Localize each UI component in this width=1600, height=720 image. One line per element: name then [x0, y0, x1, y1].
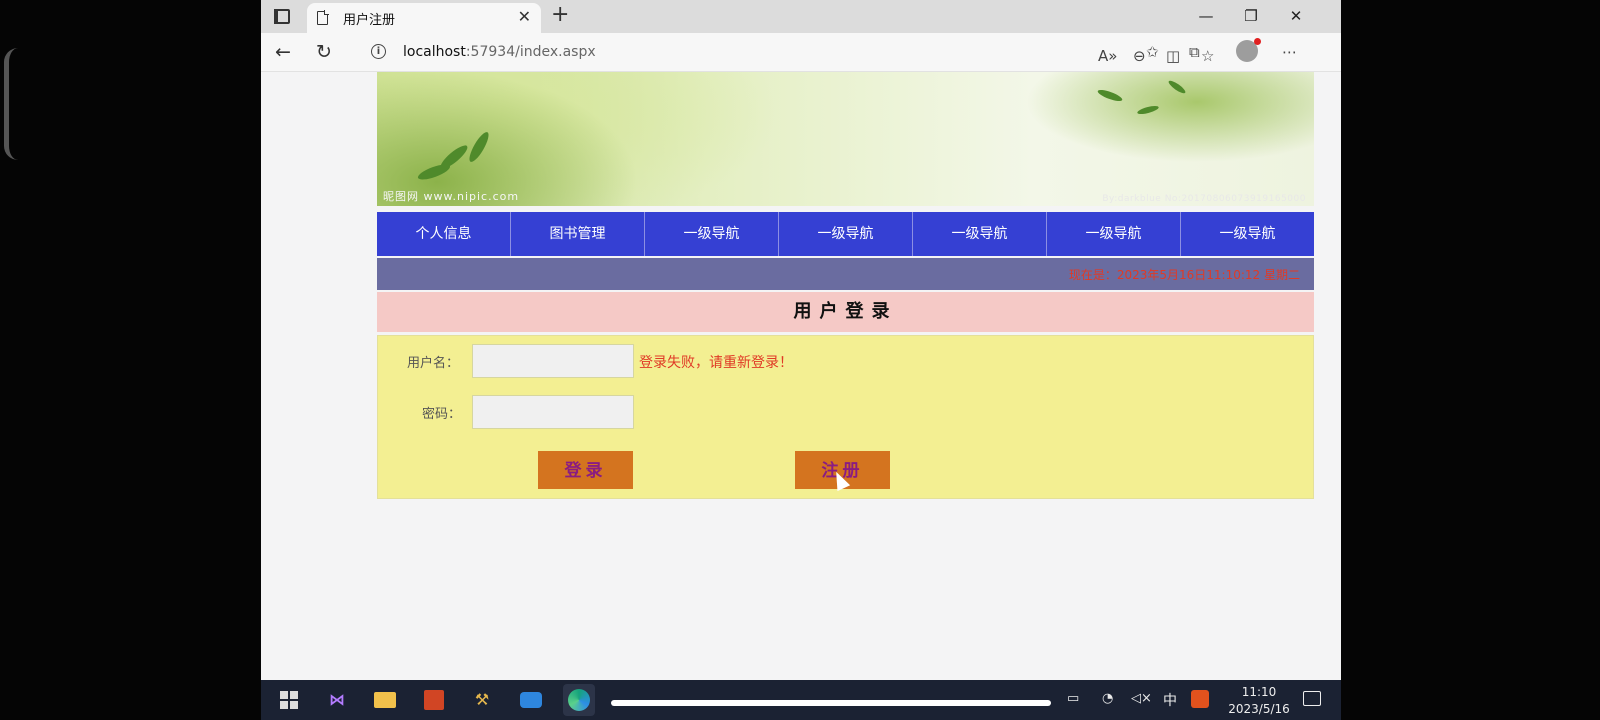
login-form: 用户名： 登录失败，请重新登录！ 密码： 登录 注册 [377, 335, 1314, 499]
battery-icon[interactable]: ▭ [1067, 691, 1079, 706]
username-input[interactable] [472, 344, 634, 378]
tools-icon[interactable]: ⚒ [466, 684, 498, 716]
collections-icon[interactable]: ⧉ [1189, 42, 1200, 62]
vine-leaf [1136, 104, 1160, 116]
back-arrow-icon[interactable]: ← [275, 40, 291, 64]
volume-muted-icon[interactable]: ◁× [1131, 691, 1152, 706]
vine-leaf [1167, 78, 1187, 96]
favorites-icon[interactable]: ✩ [1146, 42, 1159, 62]
error-message: 登录失败，请重新登录！ [639, 355, 793, 371]
edge-browser-icon[interactable] [563, 684, 595, 716]
nav-item-personal-info[interactable]: 个人信息 [377, 212, 511, 256]
browser-window: 用户注册 ✕ + — ❐ ✕ ← ↻ i localhost:57934/ind… [261, 0, 1341, 680]
date-bar: 现在是：2023年5月16日11:10:12 星期二 [377, 258, 1314, 290]
refresh-icon[interactable]: ↻ [316, 40, 332, 64]
login-title-bar: 用户登录 [377, 292, 1314, 332]
window-close-icon[interactable]: ✕ [1284, 4, 1308, 28]
device-edge [4, 48, 19, 160]
tab-close-icon[interactable]: ✕ [518, 7, 531, 27]
cloud-app-icon[interactable] [515, 684, 547, 716]
taskbar: ⋈ ⚒ ▭ ◔ ◁× 中 11:10 2023/5/16 [261, 680, 1341, 720]
bamboo-leaf [466, 129, 492, 165]
page-icon [317, 10, 329, 25]
browser-tab[interactable]: 用户注册 ✕ [307, 3, 541, 33]
restore-icon[interactable]: ❐ [1239, 4, 1263, 28]
login-button[interactable]: 登录 [538, 451, 633, 489]
windows-start-icon[interactable] [273, 684, 305, 716]
address-bar[interactable]: i localhost:57934/index.aspx A» ⊖ ◫ ☆ [361, 37, 1214, 67]
video-progress-bar[interactable] [611, 700, 1051, 706]
username-label: 用户名： [407, 356, 460, 371]
powerpoint-icon[interactable] [418, 684, 450, 716]
clock-time[interactable]: 11:10 [1219, 685, 1299, 699]
split-screen-icon[interactable]: ◫ [1166, 46, 1180, 66]
file-explorer-icon[interactable] [369, 684, 401, 716]
page-content: 昵图网 www.nipic.com By:darkblue No:2017080… [261, 72, 1341, 680]
banner-image-id: By:darkblue No:20170806073919165000 [1102, 194, 1306, 204]
vine-leaf [1096, 87, 1124, 104]
tab-strip: 用户注册 ✕ + — ❐ ✕ [261, 0, 1341, 33]
sogou-input-icon[interactable] [1191, 690, 1209, 708]
favorite-add-icon[interactable]: ☆ [1201, 46, 1214, 66]
avatar[interactable] [1236, 38, 1261, 62]
banner-watermark: 昵图网 www.nipic.com [383, 190, 520, 203]
read-aloud-icon[interactable]: A» [1098, 46, 1117, 66]
minimize-icon[interactable]: — [1194, 4, 1218, 28]
nav-item-level1[interactable]: 一级导航 [1181, 212, 1314, 256]
password-input[interactable] [472, 395, 634, 429]
page-title: 用户登录 [793, 301, 898, 322]
new-tab-icon[interactable]: + [551, 3, 569, 27]
current-datetime: 现在是：2023年5月16日11:10:12 星期二 [1068, 268, 1300, 282]
bamboo-leaf [416, 161, 452, 183]
nav-item-level1[interactable]: 一级导航 [779, 212, 913, 256]
notification-icon[interactable] [1303, 691, 1321, 706]
more-menu-icon[interactable]: ⋯ [1282, 42, 1297, 62]
ime-indicator[interactable]: 中 [1163, 690, 1177, 710]
nav-item-level1[interactable]: 一级导航 [645, 212, 779, 256]
url-text[interactable]: localhost:57934/index.aspx [403, 44, 596, 60]
nav-item-level1[interactable]: 一级导航 [1047, 212, 1181, 256]
visual-studio-icon[interactable]: ⋈ [321, 684, 353, 716]
wifi-icon[interactable]: ◔ [1102, 691, 1113, 706]
main-nav: 个人信息 图书管理 一级导航 一级导航 一级导航 一级导航 一级导航 [377, 212, 1314, 256]
password-label: 密码： [422, 407, 462, 422]
browser-toolbar: ← ↻ i localhost:57934/index.aspx A» ⊖ ◫ … [261, 33, 1341, 72]
nav-item-book-management[interactable]: 图书管理 [511, 212, 645, 256]
clock-date[interactable]: 2023/5/16 [1219, 702, 1299, 716]
banner-image: 昵图网 www.nipic.com By:darkblue No:2017080… [377, 72, 1314, 206]
tab-actions-icon[interactable] [271, 6, 293, 26]
tab-title: 用户注册 [343, 13, 396, 28]
nav-item-level1[interactable]: 一级导航 [913, 212, 1047, 256]
zoom-out-icon[interactable]: ⊖ [1133, 46, 1146, 66]
info-icon[interactable]: i [371, 44, 386, 59]
